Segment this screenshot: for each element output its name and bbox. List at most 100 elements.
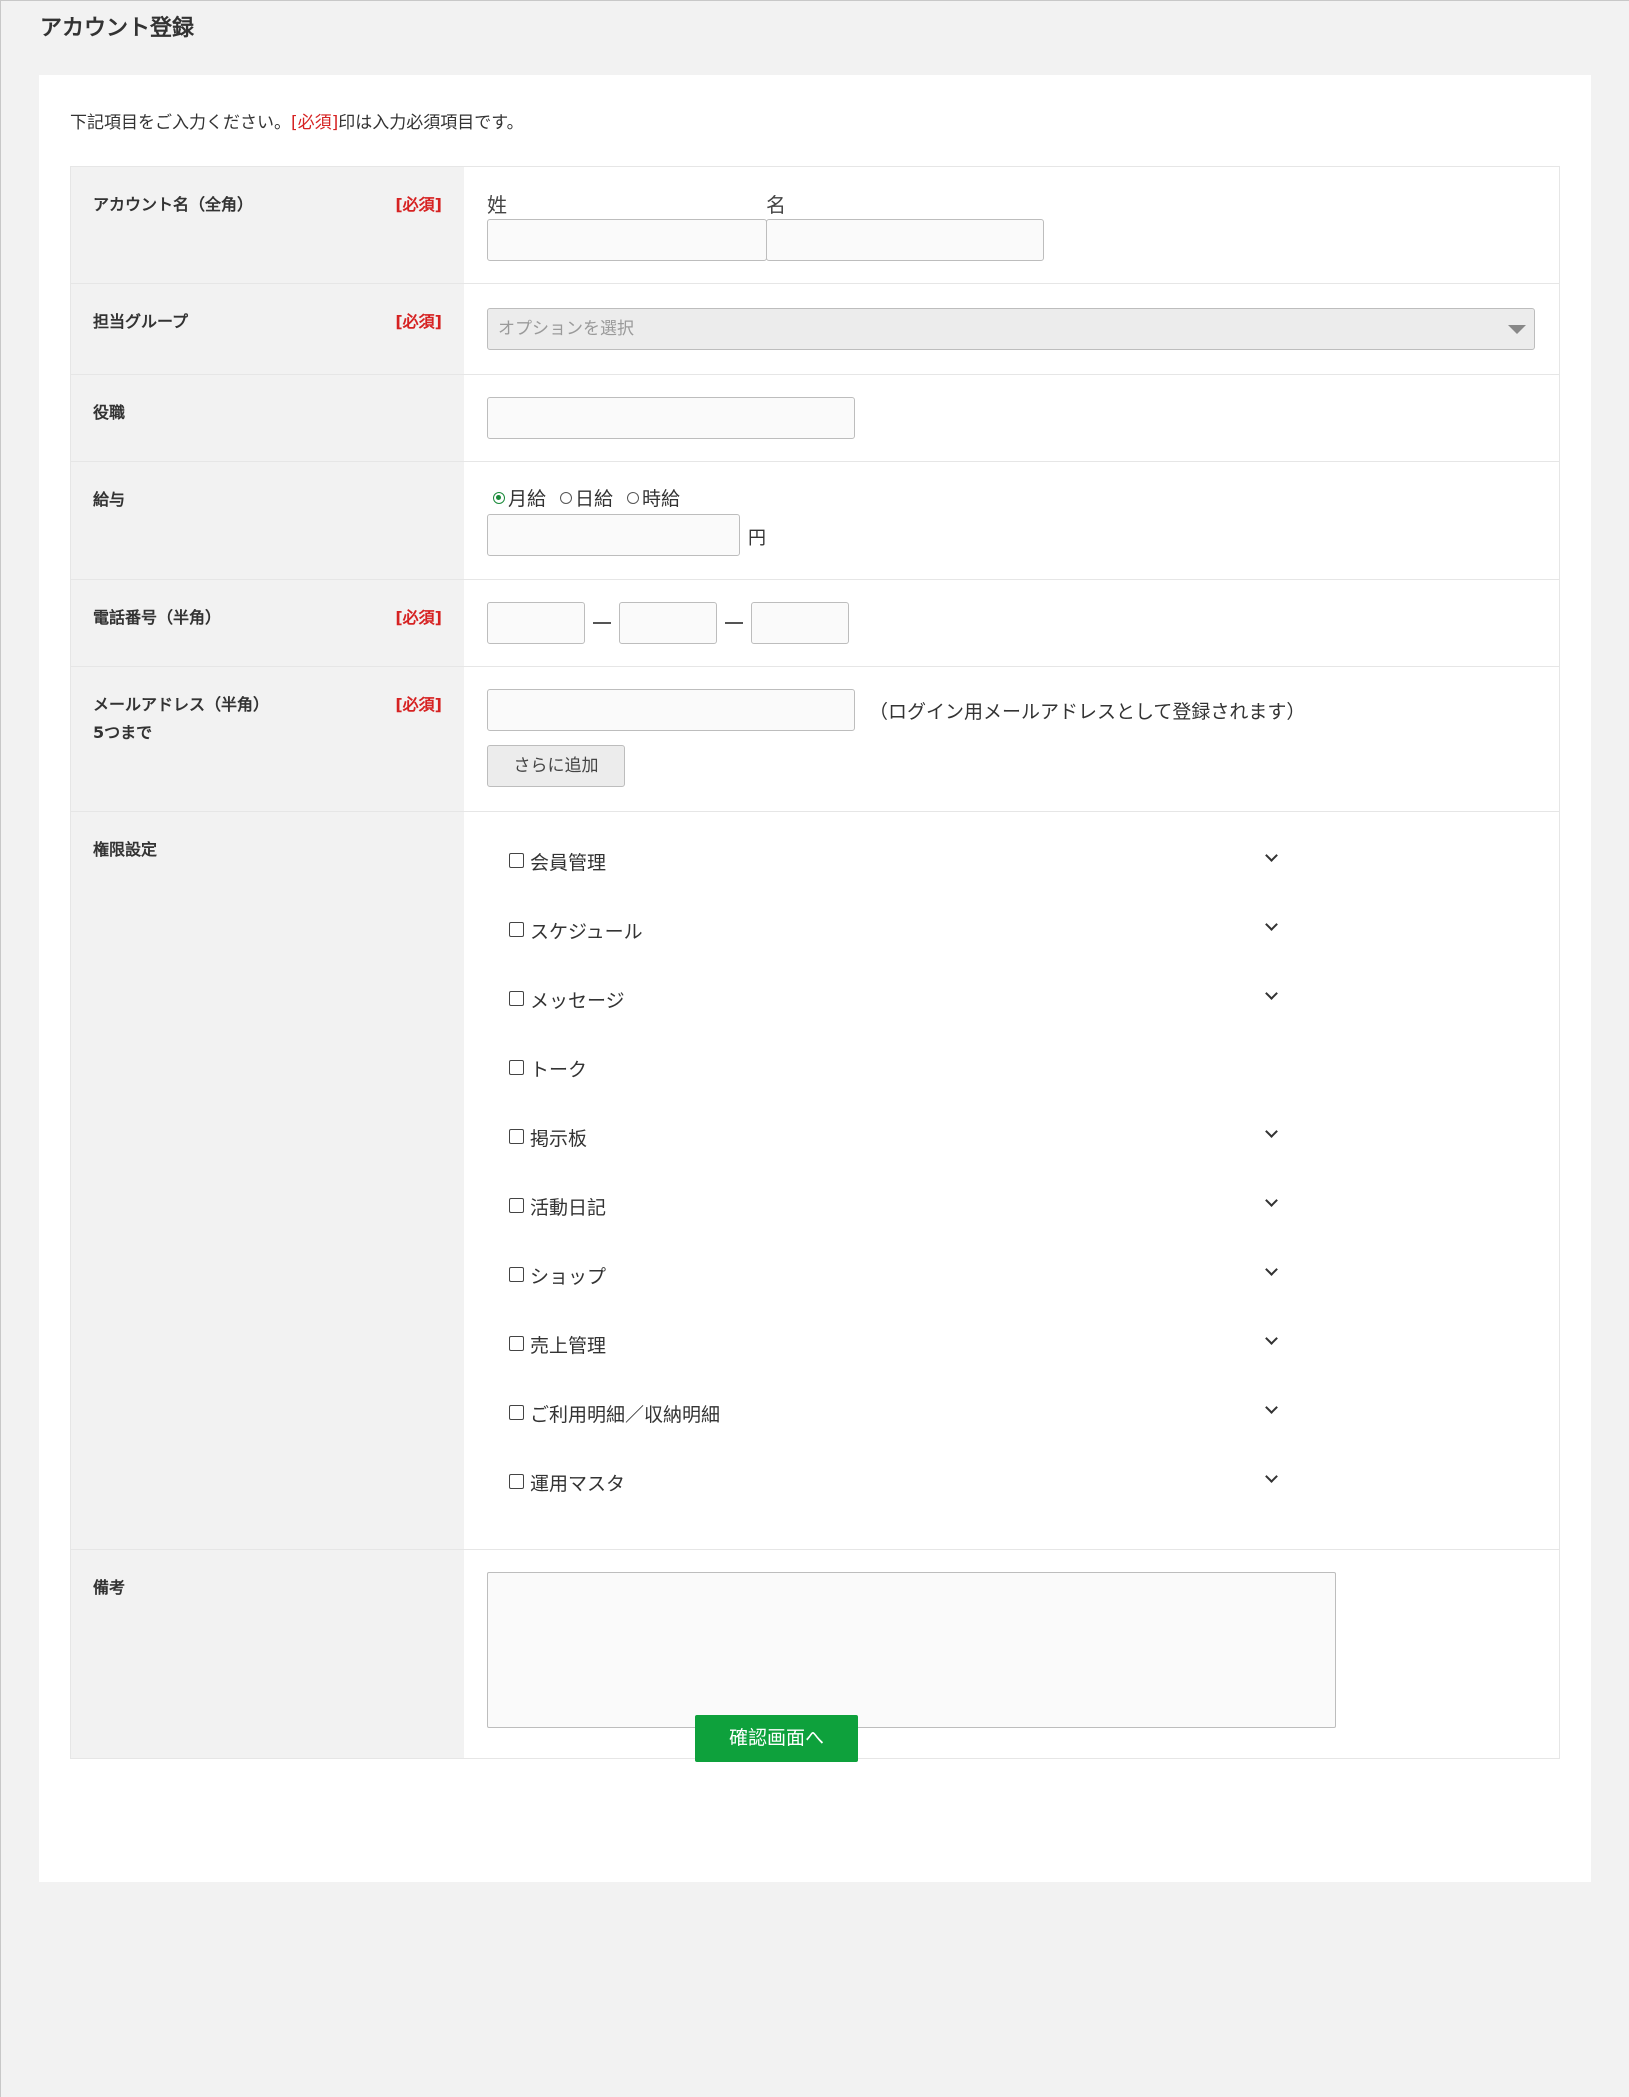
permission-item-label: トーク [530,1059,588,1081]
permission-item-label: メッセージ [530,990,625,1012]
last-name-input[interactable] [487,219,767,261]
radio-monthly-label: 月給 [508,488,547,510]
chevron-down-icon[interactable] [1265,1263,1278,1276]
email-sublabel: 5つまで [93,723,153,742]
first-name-label: 名 [766,193,786,217]
permission-item[interactable]: メッセージ [509,976,1279,1045]
page-title: アカウント登録 [40,16,195,41]
form-table: アカウント名（全角） [必須] 姓 名 担当グループ [必須] オプションを選択 [70,166,1560,1759]
permission-item-label: 運用マスタ [530,1473,626,1495]
permission-item[interactable]: ショップ [509,1252,1279,1321]
first-name-input[interactable] [766,219,1044,261]
salary-label: 給与 [93,490,126,509]
required-tag: [必須] [395,312,442,331]
caret-down-icon [1508,325,1526,334]
chevron-down-icon[interactable] [1265,1194,1278,1207]
dash-separator [593,622,611,624]
permission-item[interactable]: 掲示板 [509,1114,1279,1183]
label-cell: アカウント名（全角） [必須] [71,167,464,283]
position-input[interactable] [487,397,855,439]
checkbox-icon[interactable] [509,853,524,868]
radio-icon[interactable] [627,491,640,504]
row-position: 役職 [71,375,1559,462]
permission-item-label: ショップ [530,1266,607,1288]
row-account-name: アカウント名（全角） [必須] 姓 名 [71,167,1559,284]
permission-item[interactable]: 会員管理 [509,838,1279,907]
salary-amount-input[interactable] [487,514,740,556]
email-label: メールアドレス（半角） [93,695,270,714]
permission-item-label: ご利用明細／収納明細 [530,1404,721,1426]
phone-label: 電話番号（半角） [93,608,222,627]
intro-text: 下記項目をご入力ください。[必須]印は入力必須項目です。 [70,108,524,133]
email-note: （ログイン用メールアドレスとして登録されます） [869,701,1306,723]
permission-item[interactable]: ご利用明細／収納明細 [509,1390,1279,1459]
label-cell: 備考 [71,1550,464,1758]
group-label: 担当グループ [93,312,189,331]
checkbox-icon[interactable] [509,1267,524,1282]
last-name-label: 姓 [487,193,507,217]
permission-item-label: 活動日記 [530,1197,607,1219]
chevron-down-icon[interactable] [1265,1401,1278,1414]
label-cell: 給与 [71,462,464,579]
permission-item[interactable]: トーク [509,1045,1279,1114]
chevron-down-icon[interactable] [1265,987,1278,1000]
checkbox-icon[interactable] [509,1474,524,1489]
radio-daily-label: 日給 [575,488,614,510]
permission-item[interactable]: 運用マスタ [509,1459,1279,1528]
checkbox-icon[interactable] [509,1405,524,1420]
label-cell: 担当グループ [必須] [71,284,464,374]
value-cell: （ログイン用メールアドレスとして登録されます） さらに追加 [464,667,1559,811]
permissions-list: 会員管理スケジュール メッセージトーク掲示板活動日記ショップ売上管理ご利用明細／収… [509,838,1279,1528]
intro-prefix: 下記項目をご入力ください。 [70,113,291,133]
intro-required-mark: [必須] [291,113,339,133]
label-cell: 役職 [71,375,464,461]
permission-item[interactable]: 活動日記 [509,1183,1279,1252]
row-phone: 電話番号（半角） [必須] [71,580,1559,667]
required-tag: [必須] [395,195,442,214]
group-select-placeholder: オプションを選択 [498,319,634,339]
label-cell: 権限設定 [71,812,464,1549]
permission-item[interactable]: 売上管理 [509,1321,1279,1390]
phone-part2-input[interactable] [619,602,717,644]
radio-hourly[interactable]: 時給 [627,484,680,511]
add-email-button[interactable]: さらに追加 [487,745,625,787]
remarks-textarea[interactable] [487,1572,1336,1728]
remarks-label: 備考 [93,1578,126,1597]
permission-item-label: 掲示板 [530,1128,588,1150]
required-tag: [必須] [395,608,442,627]
checkbox-icon[interactable] [509,1336,524,1351]
radio-monthly[interactable]: 月給 [493,484,546,511]
account-name-label: アカウント名（全角） [93,195,254,214]
permission-item-label: 会員管理 [530,852,607,874]
required-tag: [必須] [395,695,442,714]
permission-item[interactable]: スケジュール [509,907,1279,976]
radio-daily[interactable]: 日給 [560,484,613,511]
checkbox-icon[interactable] [509,1198,524,1213]
chevron-down-icon[interactable] [1265,1332,1278,1345]
chevron-down-icon[interactable] [1265,1125,1278,1138]
row-email: メールアドレス（半角） 5つまで [必須] （ログイン用メールアドレスとして登録… [71,667,1559,812]
permission-item-label: スケジュール [530,921,643,943]
form-panel: 下記項目をご入力ください。[必須]印は入力必須項目です。 アカウント名（全角） … [39,75,1591,1882]
intro-suffix: 印は入力必須項目です。 [338,113,524,133]
value-cell [464,375,1559,461]
dash-separator [725,622,743,624]
chevron-down-icon[interactable] [1265,849,1278,862]
row-permissions: 権限設定 会員管理スケジュール メッセージトーク掲示板活動日記ショップ売上管理ご利… [71,812,1559,1550]
phone-part3-input[interactable] [751,602,849,644]
group-select[interactable]: オプションを選択 [487,308,1535,350]
value-cell: 姓 名 [464,167,1559,283]
chevron-down-icon[interactable] [1265,918,1278,931]
phone-part1-input[interactable] [487,602,585,644]
row-salary: 給与 月給 日給 時給 円 [71,462,1559,580]
checkbox-icon[interactable] [509,1129,524,1144]
email-input[interactable] [487,689,855,731]
value-cell: オプションを選択 [464,284,1559,374]
checkbox-icon[interactable] [509,991,524,1006]
checkbox-icon[interactable] [509,1060,524,1075]
checkbox-icon[interactable] [509,922,524,937]
chevron-down-icon[interactable] [1265,1470,1278,1483]
radio-icon[interactable] [560,491,573,504]
radio-selected-icon[interactable] [493,491,505,504]
confirm-button[interactable]: 確認画面へ [695,1715,858,1762]
